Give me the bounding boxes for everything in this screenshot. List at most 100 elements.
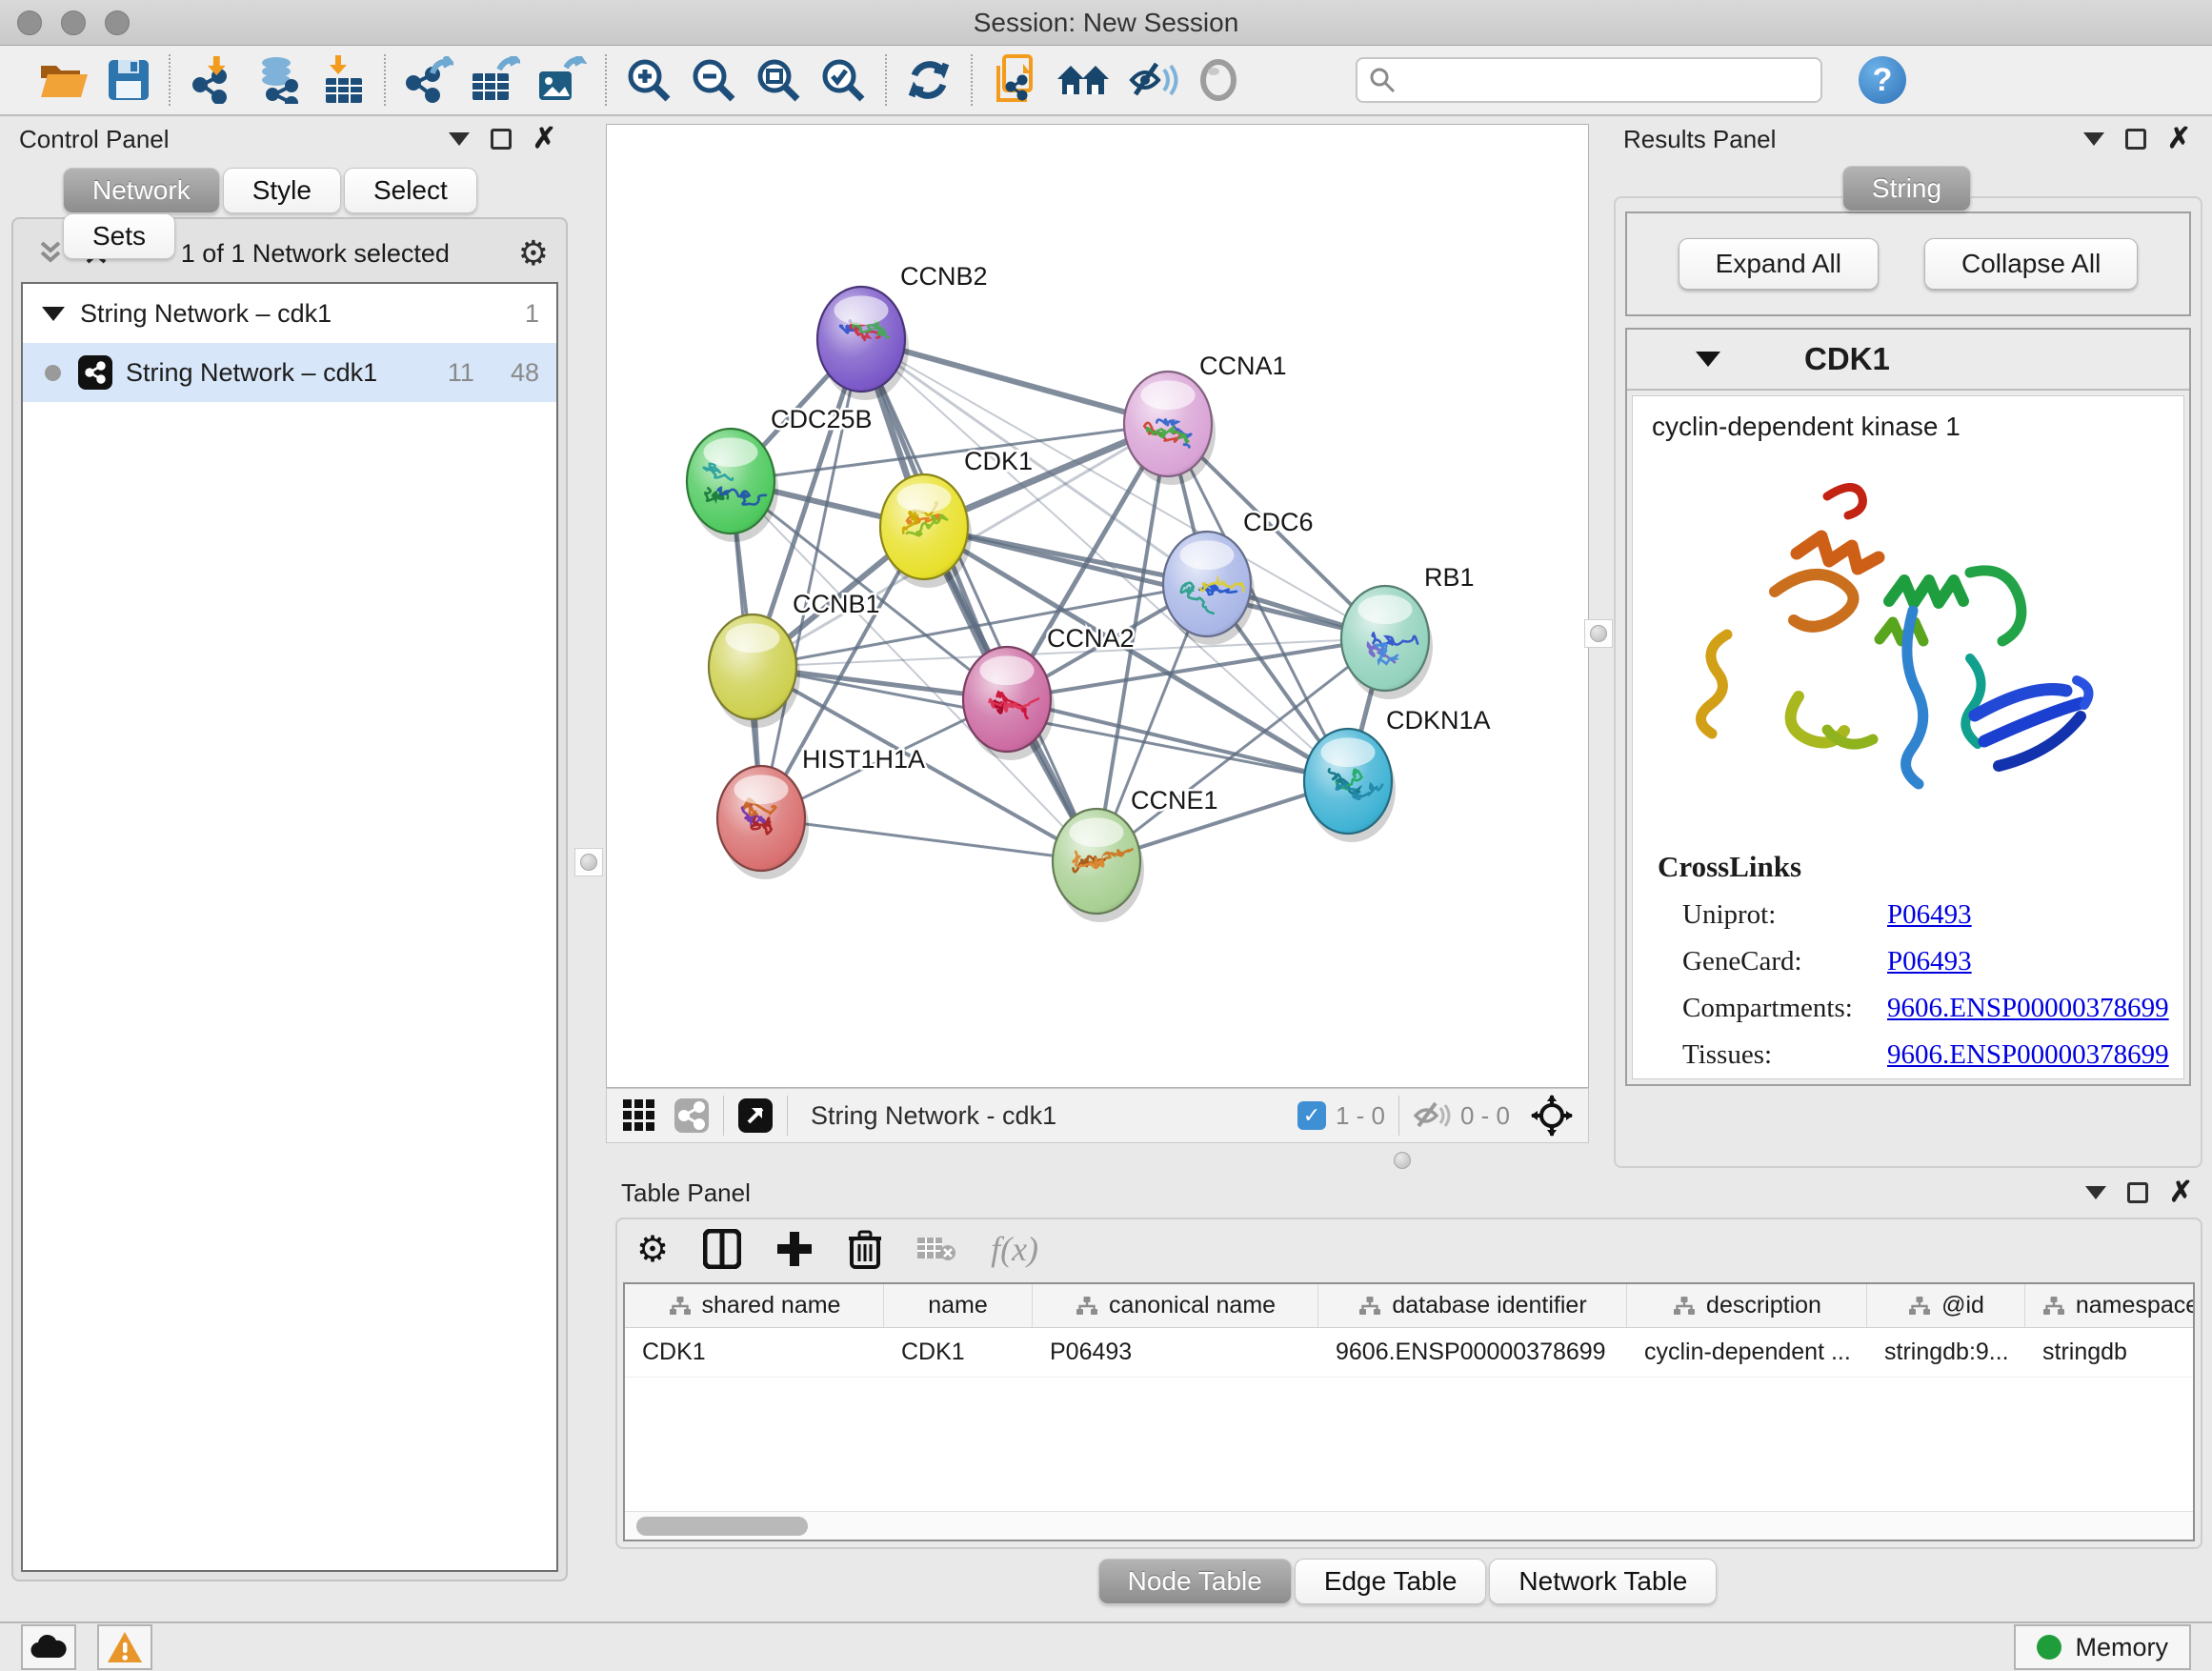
crosslink-link[interactable]: 9606.ENSP00000378699 [1887,1039,2169,1071]
crosslink-link[interactable]: 9606.ENSP00000378699 [1887,993,2169,1024]
tab-string[interactable]: String [1842,166,1971,211]
bottom-splitter-handle[interactable] [1388,1146,1417,1175]
column-header-database-identifier[interactable]: database identifier [1318,1284,1627,1327]
import-network-file-icon[interactable] [189,56,236,104]
collapse-all-icon[interactable] [34,239,67,268]
node-label-CCNB1: CCNB1 [793,590,880,618]
table-options-gear-icon[interactable]: ⚙ [636,1228,669,1271]
search-input[interactable] [1396,66,1796,95]
zoom-in-icon[interactable] [625,56,673,104]
column-header-shared-name[interactable]: shared name [625,1284,884,1327]
column-header-description[interactable]: description [1627,1284,1867,1327]
zoom-out-icon[interactable] [690,56,737,104]
tab-network-table[interactable]: Network Table [1489,1559,1717,1604]
network-graph[interactable]: CCNB2CCNA1CDC25BCDK1CDC6RB1CCNB1CCNA2CDK… [607,125,1588,1087]
grid-view-icon[interactable] [622,1098,656,1133]
column-header-name[interactable]: name [884,1284,1033,1327]
crosslink-link[interactable]: P06493 [1887,899,1972,931]
add-column-icon[interactable] [775,1230,814,1268]
gene-entry-header[interactable]: CDK1 [1627,330,2189,391]
clone-network-icon[interactable] [991,56,1038,104]
apply-layout-icon[interactable] [905,56,953,104]
birds-eye-view-icon[interactable] [737,1097,774,1134]
import-table-file-icon[interactable] [322,56,366,104]
network-node-CDK1[interactable] [880,474,972,588]
tab-network[interactable]: Network [63,168,220,213]
column-label: shared name [702,1292,841,1319]
network-node-HIST1H1A[interactable] [717,766,809,879]
cloud-status-button[interactable] [21,1624,76,1670]
warning-status-button[interactable] [97,1624,152,1670]
delete-table-icon[interactable] [916,1234,956,1264]
panel-float-icon[interactable] [491,129,512,150]
scrollbar-thumb[interactable] [636,1517,808,1536]
toolbar-search [1356,57,1822,103]
network-node-CCNA1[interactable] [1124,372,1216,485]
left-splitter-handle[interactable] [574,848,603,876]
network-edge[interactable] [761,818,1096,861]
crosslink-link[interactable]: P06493 [1887,946,1972,977]
preview-disabled-icon[interactable] [1196,56,1240,104]
home-icon[interactable] [1056,56,1111,104]
export-network-icon[interactable] [404,56,453,104]
network-node-CCNB1[interactable] [709,614,800,728]
panel-close-icon[interactable]: ✗ [533,125,556,153]
panel-float-icon[interactable] [2125,129,2146,150]
collapse-all-button[interactable]: Collapse All [1924,238,2138,290]
main-toolbar: ? [0,46,2212,116]
show-columns-icon[interactable] [703,1229,741,1269]
hidden-eye-icon[interactable] [1413,1099,1451,1132]
memory-label: Memory [2075,1633,2168,1662]
panel-menu-caret-icon[interactable] [2083,132,2104,146]
panel-menu-caret-icon[interactable] [449,132,470,146]
center-view-crosshair-icon[interactable] [1531,1095,1573,1137]
table-cell: P06493 [1033,1328,1318,1377]
network-canvas[interactable]: CCNB2CCNA1CDC25BCDK1CDC6RB1CCNB1CCNA2CDK… [606,124,1589,1088]
memory-button[interactable]: Memory [2014,1624,2191,1670]
tab-edge-table[interactable]: Edge Table [1295,1559,1487,1604]
right-splitter-handle[interactable] [1584,619,1613,648]
help-icon[interactable]: ? [1859,56,1906,104]
toolbar-separator [787,1096,788,1136]
panel-float-icon[interactable] [2127,1182,2148,1203]
table-row[interactable]: CDK1CDK1P064939606.ENSP00000378699cyclin… [625,1328,2193,1378]
network-collection-row[interactable]: String Network – cdk1 1 [23,284,556,343]
column-header--id[interactable]: @id [1867,1284,2025,1327]
column-label: database identifier [1392,1292,1586,1319]
network-edge[interactable] [861,339,1096,861]
import-network-database-icon[interactable] [253,56,305,104]
panel-close-icon[interactable]: ✗ [2169,1178,2193,1207]
column-header-canonical-name[interactable]: canonical name [1033,1284,1318,1327]
network-node-CDC6[interactable] [1163,532,1255,645]
open-session-icon[interactable] [38,56,90,104]
network-node-CCNA2[interactable] [963,647,1055,760]
tab-select[interactable]: Select [344,168,477,213]
network-node-RB1[interactable] [1341,586,1433,699]
tree-caret-icon[interactable] [42,307,65,321]
network-node-CCNE1[interactable] [1053,809,1144,922]
entry-collapse-caret-icon[interactable] [1696,352,1720,367]
fit-content-icon[interactable] [754,56,802,104]
export-image-icon[interactable] [537,56,587,104]
delete-column-icon[interactable] [848,1229,882,1269]
panel-close-icon[interactable]: ✗ [2167,125,2191,153]
save-session-icon[interactable] [107,56,151,104]
tab-style[interactable]: Style [223,168,341,213]
selected-count-checkbox-icon[interactable]: ✓ [1297,1101,1326,1130]
expand-all-button[interactable]: Expand All [1679,238,1879,290]
node-label-CCNE1: CCNE1 [1131,786,1218,815]
network-node-CCNB2[interactable] [817,287,909,400]
tab-node-table[interactable]: Node Table [1098,1559,1292,1604]
column-header-namespace[interactable]: namespace [2025,1284,2195,1327]
share-view-icon[interactable] [674,1097,710,1134]
crosslink-label: Tissues: [1682,1039,1887,1071]
network-row[interactable]: String Network – cdk1 11 48 [23,343,556,402]
export-table-icon[interactable] [471,56,520,104]
tab-sets[interactable]: Sets [63,213,175,259]
gene-description: cyclin-dependent kinase 1 [1633,396,2183,442]
function-builder-icon[interactable]: f(x) [991,1229,1038,1269]
zoom-selected-icon[interactable] [819,56,867,104]
network-node-CDKN1A[interactable] [1304,729,1396,842]
panel-menu-caret-icon[interactable] [2085,1186,2106,1199]
hide-panel-eye-icon[interactable] [1128,56,1179,104]
